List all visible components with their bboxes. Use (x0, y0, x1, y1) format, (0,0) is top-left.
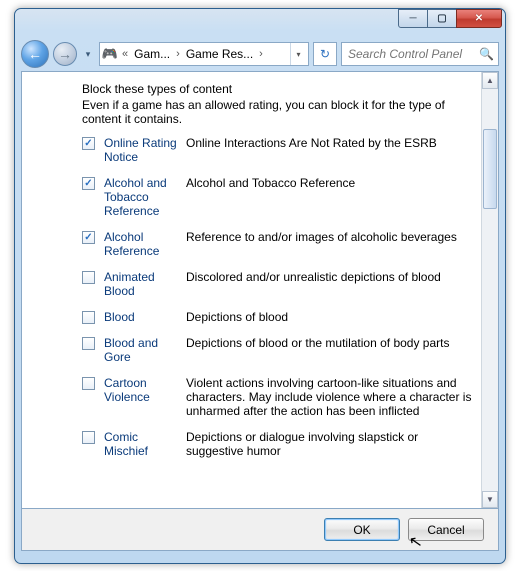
breadcrumb-separator-icon: › (257, 48, 265, 60)
content-description: Reference to and/or images of alcoholic … (186, 230, 476, 244)
location-icon: 🎮 (102, 46, 118, 62)
section-heading: Block these types of content (82, 82, 476, 96)
content-row: Alcohol and Tobacco Reference Alcohol and… (82, 176, 476, 218)
scroll-area: Block these types of content Even if a g… (22, 72, 498, 508)
content-term: Animated Blood (104, 270, 180, 298)
navigation-bar: ← → ▾ 🎮 « Gam... › Game Res... › ▾ ↻ 🔍 (21, 37, 499, 71)
search-icon: 🔍 (479, 47, 494, 61)
content-term: Alcohol and Tobacco Reference (104, 176, 180, 218)
content-row: Online Rating Notice Online Interactions … (82, 136, 476, 164)
minimize-button[interactable]: ─ (398, 9, 428, 28)
content-row: Animated Blood Discolored and/or unrealis… (82, 270, 476, 298)
content-description: Alcohol and Tobacco Reference (186, 176, 476, 190)
scroll-up-button[interactable]: ▲ (482, 72, 498, 89)
vertical-scrollbar[interactable]: ▲ ▼ (481, 72, 498, 508)
content-term: Blood (104, 310, 180, 324)
checkbox[interactable] (82, 311, 95, 324)
chevron-down-icon: ▾ (86, 49, 91, 60)
ok-button[interactable]: OK (324, 518, 400, 541)
close-button[interactable]: ✕ (456, 9, 502, 28)
content-term: Online Rating Notice (104, 136, 180, 164)
forward-icon: → (58, 46, 72, 62)
breadcrumb-overflow-icon: « (120, 48, 130, 60)
minimize-icon: ─ (409, 14, 416, 24)
content-row: Blood and Gore Depictions of blood or the… (82, 336, 476, 364)
checkbox[interactable] (82, 337, 95, 350)
chevron-up-icon: ▲ (486, 76, 494, 85)
scroll-thumb[interactable] (483, 129, 497, 209)
maximize-button[interactable]: ▢ (427, 9, 457, 28)
refresh-button[interactable]: ↻ (313, 42, 337, 66)
content-description: Online Interactions Are Not Rated by the… (186, 136, 476, 150)
content-term: Alcohol Reference (104, 230, 180, 258)
titlebar: ─ ▢ ✕ (15, 9, 505, 37)
scroll-down-button[interactable]: ▼ (482, 491, 498, 508)
content-term: Comic Mischief (104, 430, 180, 458)
content-description: Violent actions involving cartoon-like s… (186, 376, 476, 418)
dialog-footer: OK Cancel ↖ (21, 509, 499, 551)
scroll-track[interactable] (482, 89, 498, 491)
content-term: Blood and Gore (104, 336, 180, 364)
section-description: Even if a game has an allowed rating, yo… (82, 98, 476, 126)
checkbox[interactable] (82, 137, 95, 150)
forward-button[interactable]: → (53, 42, 77, 66)
back-button[interactable]: ← (21, 40, 49, 68)
window-controls: ─ ▢ ✕ (399, 9, 502, 28)
content-term: Cartoon Violence (104, 376, 180, 404)
cancel-button[interactable]: Cancel (408, 518, 484, 541)
address-bar[interactable]: 🎮 « Gam... › Game Res... › ▾ (99, 42, 309, 66)
search-input[interactable] (346, 46, 475, 62)
content-row: Comic MischiefDepictions or dialogue inv… (82, 430, 476, 458)
checkbox[interactable] (82, 431, 95, 444)
content-pane: Block these types of content Even if a g… (21, 71, 499, 509)
content-description: Depictions of blood (186, 310, 476, 324)
content-description: Depictions or dialogue involving slapsti… (186, 430, 476, 458)
content-row: Alcohol Reference Reference to and/or ima… (82, 230, 476, 258)
checkbox[interactable] (82, 177, 95, 190)
address-history-dropdown[interactable]: ▾ (290, 43, 306, 65)
maximize-icon: ▢ (437, 14, 446, 24)
close-icon: ✕ (475, 14, 483, 24)
content-row: Cartoon ViolenceViolent actions involvin… (82, 376, 476, 418)
refresh-icon: ↻ (320, 47, 330, 61)
checkbox[interactable] (82, 231, 95, 244)
breadcrumb-segment-2[interactable]: Game Res... (184, 47, 255, 61)
checkbox[interactable] (82, 271, 95, 284)
window-frame: ─ ▢ ✕ ← → ▾ 🎮 « Gam... › Game Res... › ▾… (14, 8, 506, 564)
chevron-down-icon: ▼ (486, 495, 494, 504)
recent-pages-dropdown[interactable]: ▾ (81, 42, 95, 66)
content-list: Online Rating Notice Online Interactions … (82, 136, 476, 458)
content-description: Discolored and/or unrealistic depictions… (186, 270, 476, 284)
breadcrumb-separator-icon: › (174, 48, 182, 60)
checkbox[interactable] (82, 377, 95, 390)
search-box[interactable]: 🔍 (341, 42, 499, 66)
content-description: Depictions of blood or the mutilation of… (186, 336, 476, 350)
content-row: Blood Depictions of blood (82, 310, 476, 324)
back-icon: ← (28, 46, 42, 62)
breadcrumb-segment-1[interactable]: Gam... (132, 47, 172, 61)
